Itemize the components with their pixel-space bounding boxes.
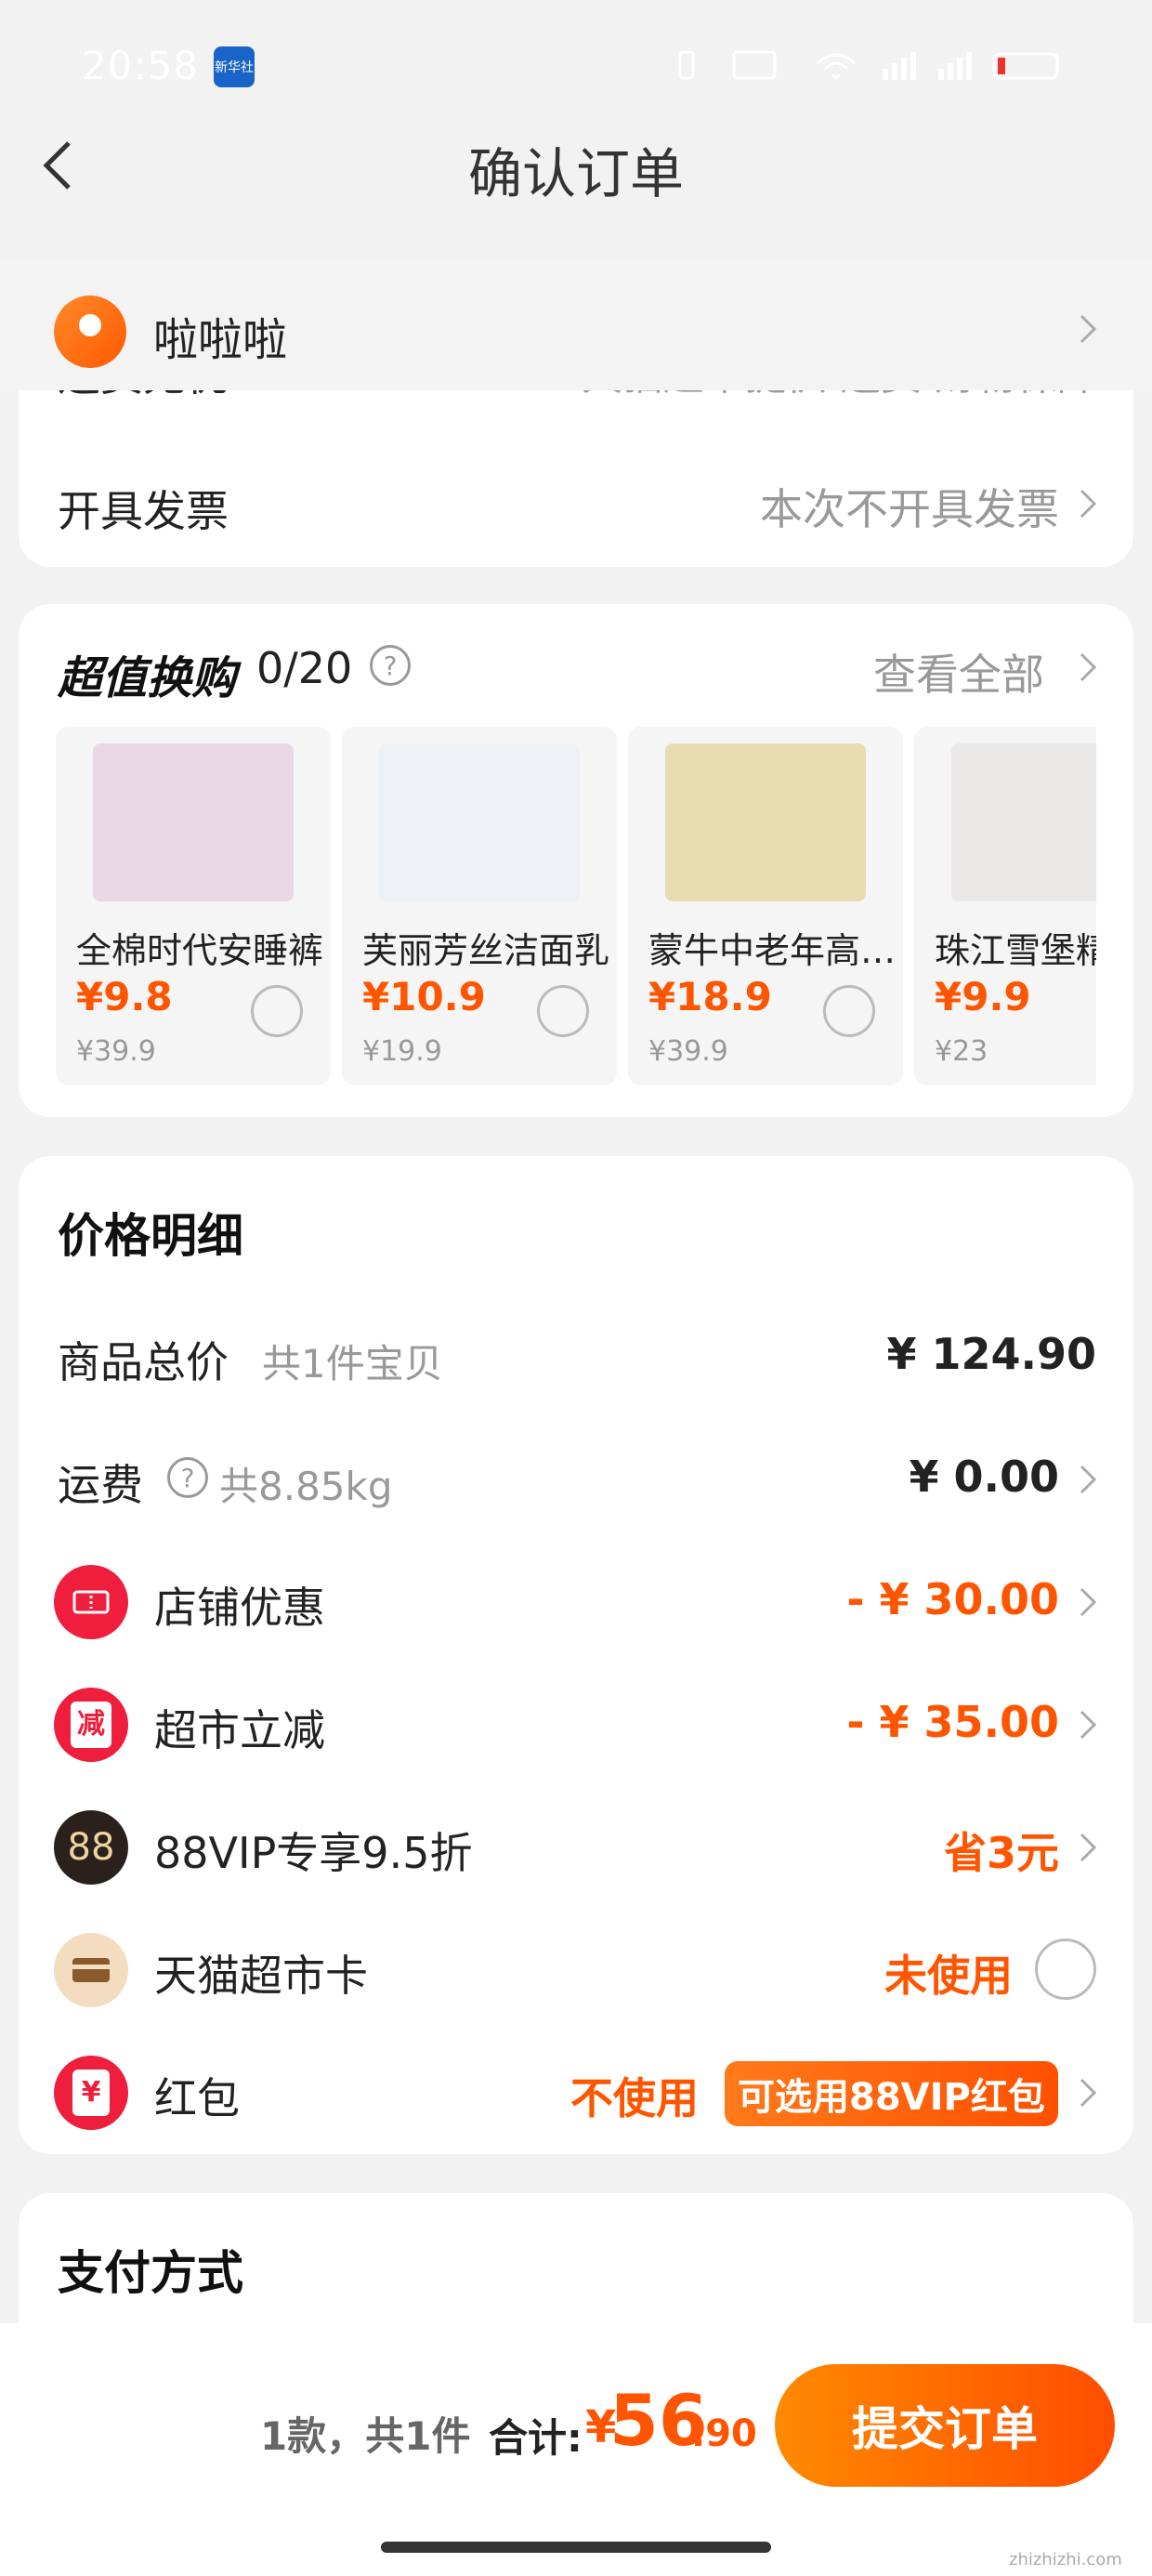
product-select-radio[interactable] [823,985,875,1037]
app-badge-icon: 新华社 [214,46,255,87]
product-original-price: ¥23 [935,1035,988,1068]
exchange-product[interactable]: 珠江雪堡精酿 ¥9.9 ¥23 [914,727,1096,1085]
exchange-count: 0/20 [256,643,353,693]
status-time: 20:58 [82,43,200,88]
chevron-right-icon [1080,489,1097,519]
market-card-label: 天猫超市卡 [154,1951,368,2001]
chevron-right-icon [1080,314,1097,344]
shipping-label: 运费 [58,1460,143,1510]
gift-card-icon [54,1933,128,2007]
vip-value[interactable]: 省3元 [687,1820,1059,1881]
help-icon[interactable]: ? [370,645,411,686]
submit-order-button[interactable]: 提交订单 [775,2364,1115,2487]
product-select-radio[interactable] [537,985,589,1037]
price-detail-title: 价格明细 [58,1209,243,1263]
vip-label: 88VIP专享9.5折 [154,1828,473,1878]
product-name: 芙丽芳丝洁面乳 [362,930,610,971]
order-summary: 1款，共1件 [260,2413,471,2459]
chevron-right-icon [1080,1587,1097,1617]
product-image [951,743,1096,901]
product-image [379,743,580,901]
home-indicator[interactable] [381,2542,771,2553]
page-title: 确认订单 [467,142,684,205]
chevron-right-icon [1080,1710,1097,1740]
red-packet-icon: ¥ [54,2056,128,2130]
exchange-product[interactable]: 芙丽芳丝洁面乳 ¥10.9 ¥19.9 [342,727,617,1085]
market-card-radio[interactable] [1035,1939,1096,2000]
product-name: 珠江雪堡精酿 [935,930,1096,971]
system-status-icons [678,50,1059,81]
exchange-title: 超值换购 [58,652,237,704]
coupon-icon [54,1565,128,1639]
total-label: 商品总价 [58,1337,229,1387]
red-packet-icon-text: ¥ [72,2070,110,2116]
product-price: ¥9.8 [76,974,173,1019]
exchange-product[interactable]: 蒙牛中老年高钙奶粉 ¥18.9 ¥39.9 [628,727,903,1085]
product-image [665,743,866,901]
market-cut-label: 超市立减 [154,1705,325,1755]
invoice-value[interactable]: 本次不开具发票 [650,476,1059,537]
vip88-icon: 88 [54,1810,128,1885]
product-name: 全棉时代安睡裤 [76,930,324,971]
product-name: 蒙牛中老年高钙奶粉 [648,930,899,971]
shipping-sub: 共8.85kg [219,1464,393,1509]
chevron-right-icon [1080,1465,1097,1494]
red-packet-label: 红包 [154,2073,240,2123]
vip-red-packet-tag[interactable]: 可选用88VIP红包 [725,2061,1058,2126]
shop-discount-value[interactable]: - ¥ 30.00 [687,1574,1059,1624]
exchange-product[interactable]: 全棉时代安睡裤 ¥9.8 ¥39.9 [56,727,331,1085]
market-cut-icon-text: 减 [71,1702,111,1748]
total-amount-dec: .90 [691,2412,757,2455]
price-detail-card [19,1156,1133,2154]
product-select-radio[interactable] [251,985,303,1037]
chevron-right-icon [1080,1833,1097,1862]
chevron-right-icon [1080,652,1097,682]
product-image [93,743,294,901]
product-price: ¥9.9 [935,974,1031,1019]
market-cut-value[interactable]: - ¥ 35.00 [687,1697,1059,1747]
market-card-value: 未使用 [884,1951,1013,2001]
product-original-price: ¥39.9 [76,1035,156,1068]
view-all-link[interactable]: 查看全部 [873,641,1044,703]
invoice-label: 开具发票 [58,486,229,536]
product-original-price: ¥19.9 [362,1035,442,1068]
product-price: ¥18.9 [648,974,772,1019]
total-label-bottom: 合计: [489,2415,583,2461]
shop-discount-label: 店铺优惠 [154,1583,325,1633]
exchange-product-list: 全棉时代安睡裤 ¥9.8 ¥39.9 芙丽芳丝洁面乳 ¥10.9 ¥19.9 蒙… [56,727,1096,1085]
payment-title: 支付方式 [58,2246,243,2300]
red-packet-value[interactable]: 不使用 [570,2065,699,2126]
location-pin-icon [54,296,126,368]
shipping-value[interactable]: ¥ 0.00 [687,1452,1059,1502]
product-price: ¥10.9 [362,974,486,1019]
market-cut-icon: 减 [54,1688,128,1762]
chevron-right-icon [1080,2078,1097,2108]
total-value: ¥ 124.90 [886,1329,1096,1379]
product-original-price: ¥39.9 [648,1035,728,1068]
total-sub: 共1件宝贝 [262,1341,443,1387]
address-name: 啦啦啦 [153,314,288,366]
watermark: zhizhizhi.com [1009,2550,1122,2569]
help-icon[interactable]: ? [167,1457,208,1498]
